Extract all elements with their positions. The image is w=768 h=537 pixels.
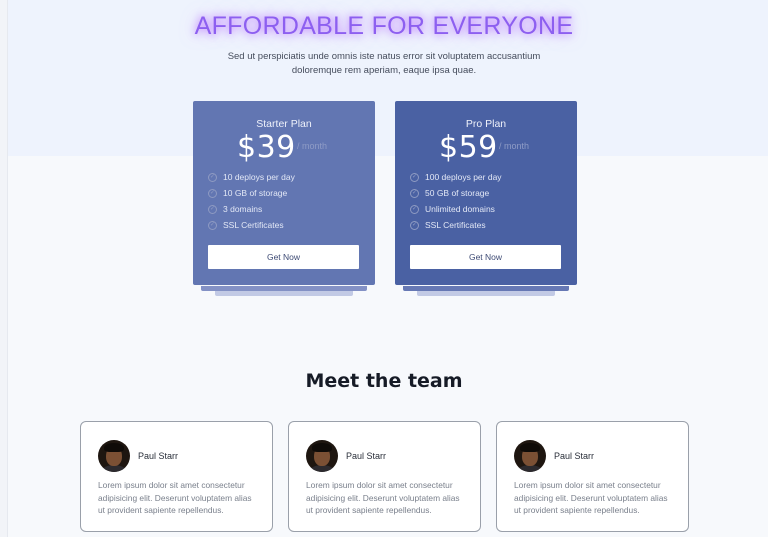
price-row: $39 / month xyxy=(193,130,375,165)
member-name: Paul Starr xyxy=(346,451,387,461)
member-name: Paul Starr xyxy=(554,451,595,461)
check-circle-icon: ✓ xyxy=(410,220,419,230)
check-circle-icon: ✓ xyxy=(410,172,419,182)
team-member-card: Paul Starr Lorem ipsum dolor sit amet co… xyxy=(496,421,689,532)
avatar xyxy=(514,440,546,472)
feature-list: ✓ 100 deploys per day ✓ 50 GB of storage ✓… xyxy=(410,169,502,233)
check-circle-icon: ✓ xyxy=(410,188,419,198)
get-now-button[interactable]: Get Now xyxy=(208,245,359,269)
check-circle-icon: ✓ xyxy=(208,204,217,214)
plan-price: $59 xyxy=(439,130,498,165)
plan-card-shadow xyxy=(417,291,555,296)
team-member-card: Paul Starr Lorem ipsum dolor sit amet co… xyxy=(80,421,273,532)
get-now-button[interactable]: Get Now xyxy=(410,245,561,269)
feature-label: 100 deploys per day xyxy=(425,172,502,182)
page-subtitle: Sed ut perspiciatis unde omnis iste natu… xyxy=(227,51,541,76)
feature-item: ✓ 100 deploys per day xyxy=(410,169,502,185)
feature-label: SSL Certificates xyxy=(223,220,284,230)
avatar xyxy=(306,440,338,472)
avatar xyxy=(98,440,130,472)
feature-item: ✓ 10 deploys per day xyxy=(208,169,295,185)
plan-card-shadow xyxy=(403,286,569,291)
feature-label: 10 deploys per day xyxy=(223,172,295,182)
check-circle-icon: ✓ xyxy=(208,188,217,198)
team-section-title: Meet the team xyxy=(305,370,463,392)
check-circle-icon: ✓ xyxy=(208,220,217,230)
feature-label: SSL Certificates xyxy=(425,220,486,230)
price-row: $59 / month xyxy=(395,130,577,165)
check-circle-icon: ✓ xyxy=(410,204,419,214)
feature-list: ✓ 10 deploys per day ✓ 10 GB of storage ✓ 3… xyxy=(208,169,295,233)
member-bio: Lorem ipsum dolor sit amet consectetur a… xyxy=(306,480,460,515)
feature-item: ✓ 50 GB of storage xyxy=(410,185,502,201)
plan-card-shadow xyxy=(201,286,367,291)
page-title: AFFORDABLE FOR EVERYONE xyxy=(194,12,574,40)
feature-item: ✓ SSL Certificates xyxy=(208,217,295,233)
member-bio: Lorem ipsum dolor sit amet consectetur a… xyxy=(514,480,668,515)
plan-card-pro: Pro Plan $59 / month ✓ 100 deploys per da… xyxy=(395,101,577,285)
team-member-card: Paul Starr Lorem ipsum dolor sit amet co… xyxy=(288,421,481,532)
plan-period: / month xyxy=(297,141,328,151)
feature-item: ✓ 10 GB of storage xyxy=(208,185,295,201)
feature-item: ✓ 3 domains xyxy=(208,201,295,217)
feature-label: Unlimited domains xyxy=(425,204,495,214)
plan-period: / month xyxy=(499,141,530,151)
feature-label: 10 GB of storage xyxy=(223,188,288,198)
member-name: Paul Starr xyxy=(138,451,179,461)
check-circle-icon: ✓ xyxy=(208,172,217,182)
page-left-edge xyxy=(0,0,8,537)
plan-card-shadow xyxy=(215,291,353,296)
plan-card-starter: Starter Plan $39 / month ✓ 10 deploys per… xyxy=(193,101,375,285)
feature-item: ✓ SSL Certificates xyxy=(410,217,502,233)
feature-label: 50 GB of storage xyxy=(425,188,490,198)
plan-price: $39 xyxy=(237,130,296,165)
member-bio: Lorem ipsum dolor sit amet consectetur a… xyxy=(98,480,252,515)
feature-item: ✓ Unlimited domains xyxy=(410,201,502,217)
plan-name: Starter Plan xyxy=(256,118,312,130)
feature-label: 3 domains xyxy=(223,204,263,214)
plan-name: Pro Plan xyxy=(465,118,507,130)
